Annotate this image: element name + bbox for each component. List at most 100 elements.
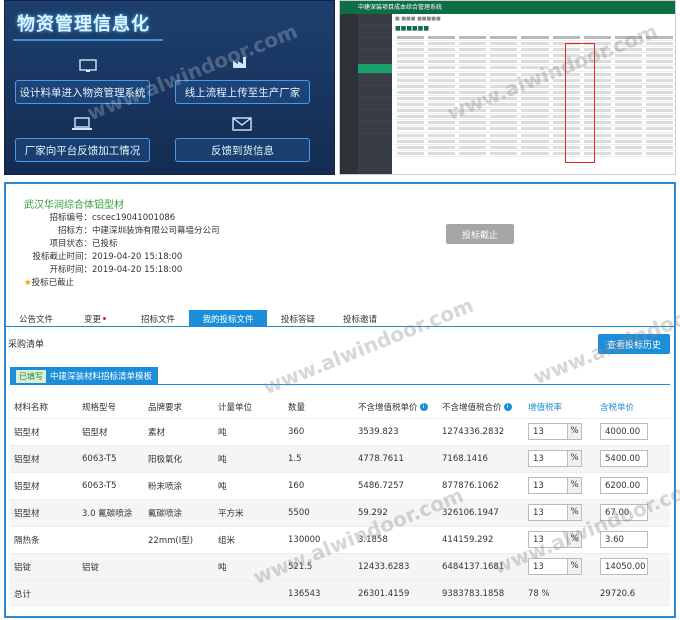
info-icon[interactable]: i bbox=[503, 403, 512, 412]
bid-status: ★投标已截止 bbox=[24, 278, 75, 288]
cell-vat-rate: 13% bbox=[524, 417, 596, 445]
feature-factory-feedback: 厂家向平台反馈加工情况 bbox=[15, 138, 150, 162]
cell-unit-price: 12433.6283 bbox=[354, 552, 438, 580]
feature-arrival-info: 反馈到货信息 bbox=[175, 138, 310, 162]
cell-vat-rate: 13% bbox=[524, 471, 596, 499]
vat-rate-input[interactable]: 13% bbox=[528, 423, 582, 440]
envelope-icon bbox=[231, 117, 253, 131]
unit-price-input[interactable]: 4000.00 bbox=[600, 423, 648, 440]
cell-unit-price-inc-tax: 5400.00 bbox=[596, 444, 670, 472]
project-title: 武汉华润综合体铝型材 bbox=[24, 200, 124, 211]
cell-material: 铝型材 bbox=[10, 471, 78, 499]
tab-changes[interactable]: 变更 bbox=[76, 310, 114, 327]
col-amount-ex-tax: 不含增值税合价 i bbox=[438, 396, 524, 418]
app-preview-sidebar bbox=[340, 14, 358, 174]
total-tax-price: 29720.6 bbox=[596, 579, 670, 607]
field-project-status: 项目状态：已投标 bbox=[49, 239, 118, 249]
cell-unit: 平方米 bbox=[214, 498, 284, 526]
purchase-list-title: 采购清单 bbox=[8, 340, 45, 350]
app-preview-nav bbox=[358, 14, 392, 174]
cell-qty: 160 bbox=[284, 471, 354, 499]
field-bidder: 招标方：中建深圳装饰有限公司幕墙分公司 bbox=[57, 226, 220, 236]
cell-spec: 3.0 氟碳喷涂 bbox=[78, 498, 144, 526]
total-empty bbox=[144, 579, 214, 607]
banner-title: 物资管理信息化 bbox=[17, 14, 150, 35]
unit-price-input[interactable]: 14050.00 bbox=[600, 558, 648, 575]
filled-tag: 已填写 bbox=[16, 369, 46, 383]
cell-amount: 1274336.2832 bbox=[438, 417, 524, 445]
notification-dot bbox=[103, 317, 106, 320]
total-qty: 136543 bbox=[284, 579, 354, 607]
total-unit-price: 26301.4159 bbox=[354, 579, 438, 607]
cell-qty: 360 bbox=[284, 417, 354, 445]
unit-price-input[interactable]: 6200.00 bbox=[600, 477, 648, 494]
cell-spec: 6063-T5 bbox=[78, 444, 144, 472]
app-preview-title: 中建深装项目成本综合管理系统 bbox=[340, 1, 675, 14]
cell-brand bbox=[144, 552, 214, 580]
app-preview-breadcrumb: ■ ■■■ ■■■■■ bbox=[395, 16, 441, 22]
cell-unit-price: 3539.823 bbox=[354, 417, 438, 445]
cell-brand: 22mm(I型) bbox=[144, 525, 214, 553]
vat-rate-input[interactable]: 13% bbox=[528, 477, 582, 494]
cell-material: 隔热条 bbox=[10, 525, 78, 553]
tab-announcement[interactable]: 公告文件 bbox=[12, 310, 60, 327]
total-rate: 78 % bbox=[524, 579, 596, 607]
cell-brand: 阳极氧化 bbox=[144, 444, 214, 472]
tab-bar: 公告文件 变更 招标文件 我的投标文件 投标答疑 投标邀请 bbox=[6, 306, 674, 327]
cell-unit: 吨 bbox=[214, 444, 284, 472]
monitor-icon bbox=[77, 59, 99, 73]
cell-unit-price-inc-tax: 4000.00 bbox=[596, 417, 670, 445]
cell-spec bbox=[78, 525, 144, 553]
cell-amount: 7168.1416 bbox=[438, 444, 524, 472]
total-row: 总计 136543 26301.4159 9383783.1858 78 % 29720.… bbox=[10, 579, 670, 607]
cell-brand: 粉末喷涂 bbox=[144, 471, 214, 499]
cell-spec: 铝锭 bbox=[78, 552, 144, 580]
cell-brand: 氟碳喷涂 bbox=[144, 498, 214, 526]
vat-rate-input[interactable]: 13% bbox=[528, 504, 582, 521]
cell-spec: 铝型材 bbox=[78, 417, 144, 445]
bid-table: 材料名称 规格型号 品牌要求 计量单位 数量 不含增值税单价 i 不含增值税合价 i… bbox=[10, 396, 670, 607]
cell-qty: 1.5 bbox=[284, 444, 354, 472]
field-bid-deadline: 投标截止时间：2019-04-20 15:18:00 bbox=[32, 252, 183, 262]
tab-my-bid-docs[interactable]: 我的投标文件 bbox=[189, 310, 267, 327]
table-row: 铝型材 6063-T5 粉末喷涂吨 160 5486.7257 877876.1062 13… bbox=[10, 471, 670, 499]
app-preview-grid bbox=[395, 35, 675, 157]
bid-detail-panel: 武汉华润综合体铝型材 招标编号：cscec19041001086 招标方：中建深… bbox=[4, 182, 680, 618]
vat-rate-input[interactable]: 13% bbox=[528, 450, 582, 467]
total-amount: 9383783.1858 bbox=[438, 579, 524, 607]
tab-bid-invite[interactable]: 投标邀请 bbox=[334, 310, 386, 327]
unit-price-input[interactable]: 5400.00 bbox=[600, 450, 648, 467]
cell-spec: 6063-T5 bbox=[78, 471, 144, 499]
tab-bid-qa[interactable]: 投标答疑 bbox=[272, 310, 324, 327]
table-row: 铝型材 6063-T5 阳极氧化吨 1.5 4778.7611 7168.1416 13% 5… bbox=[10, 444, 670, 472]
col-unit-price-ex-tax: 不含增值税单价 i bbox=[354, 396, 438, 418]
bid-closed-button[interactable]: 投标截止 bbox=[446, 224, 514, 244]
cell-unit: 吨 bbox=[214, 471, 284, 499]
cell-material: 铝型材 bbox=[10, 444, 78, 472]
field-open-time: 开标时间：2019-04-20 15:18:00 bbox=[49, 265, 183, 275]
star-icon: ★ bbox=[24, 278, 32, 288]
cell-material: 铝锭 bbox=[10, 552, 78, 580]
table-row: 铝锭 铝锭吨 521.5 12433.6283 6484137.1681 13% 14050… bbox=[10, 552, 670, 580]
table-row: 铝型材 铝型材 素材吨 360 3539.823 1274336.2832 13% 4000.… bbox=[10, 417, 670, 445]
cell-unit: 吨 bbox=[214, 417, 284, 445]
info-icon[interactable]: i bbox=[419, 403, 428, 412]
table-header: 材料名称 规格型号 品牌要求 计量单位 数量 不含增值税单价 i 不含增值税合价 i… bbox=[10, 396, 670, 418]
cell-unit: 组米 bbox=[214, 525, 284, 553]
cell-unit-price-inc-tax: 14050.00 bbox=[596, 552, 670, 580]
cell-brand: 素材 bbox=[144, 417, 214, 445]
template-tab[interactable]: 已填写 中建深装材料招标清单模板 bbox=[10, 367, 159, 385]
tab-tender-docs[interactable]: 招标文件 bbox=[132, 310, 184, 327]
app-preview-heading: ■■■■■■ bbox=[395, 25, 430, 32]
cell-unit-price: 4778.7611 bbox=[354, 444, 438, 472]
total-empty bbox=[214, 579, 284, 607]
col-unit: 计量单位 bbox=[218, 402, 253, 413]
field-bid-number: 招标编号：cscec19041001086 bbox=[49, 213, 176, 223]
col-brand: 品牌要求 bbox=[148, 402, 183, 413]
total-label: 总计 bbox=[10, 579, 78, 607]
cell-material: 铝型材 bbox=[10, 417, 78, 445]
cell-vat-rate: 13% bbox=[524, 444, 596, 472]
banner-divider bbox=[13, 39, 163, 41]
cell-material: 铝型材 bbox=[10, 498, 78, 526]
col-qty: 数量 bbox=[288, 402, 306, 413]
